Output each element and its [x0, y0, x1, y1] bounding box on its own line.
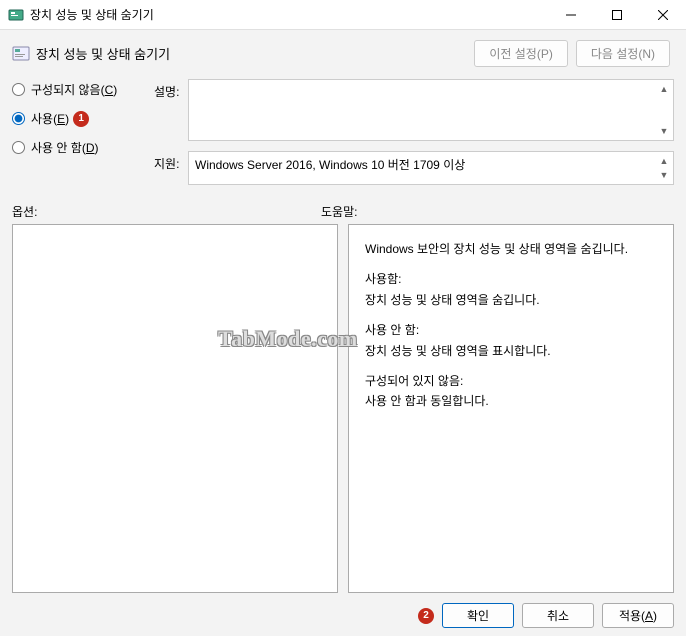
titlebar: 장치 성능 및 상태 숨기기 [0, 0, 686, 30]
scroll-up-icon[interactable]: ▲ [657, 154, 671, 168]
close-button[interactable] [640, 0, 686, 30]
options-label: 옵션: [12, 203, 321, 220]
radio-disabled-label: 사용 안 함(D) [31, 139, 99, 156]
config-row: 구성되지 않음(C) 사용(E) 1 사용 안 함(D) 설명: ▲ ▼ [12, 79, 674, 195]
support-text: Windows Server 2016, Windows 10 버전 1709 … [195, 158, 465, 172]
footer: 2 확인 취소 적용(A) [12, 593, 674, 628]
window-title: 장치 성능 및 상태 숨기기 [30, 6, 548, 23]
maximize-button[interactable] [594, 0, 640, 30]
annotation-badge-1: 1 [73, 111, 89, 127]
content-area: 장치 성능 및 상태 숨기기 이전 설정(P) 다음 설정(N) 구성되지 않음… [0, 30, 686, 636]
nav-buttons: 이전 설정(P) 다음 설정(N) [474, 40, 670, 67]
options-panel [12, 224, 338, 593]
radio-enabled-input[interactable] [12, 112, 25, 125]
apply-button[interactable]: 적용(A) [602, 603, 674, 628]
radio-enabled[interactable]: 사용(E) 1 [12, 110, 142, 127]
scroll-up-icon[interactable]: ▲ [657, 82, 671, 96]
annotation-badge-2: 2 [418, 608, 434, 624]
panels: Windows 보안의 장치 성능 및 상태 영역을 숨깁니다. 사용함: 장치… [12, 224, 674, 593]
help-label: 도움말: [321, 203, 357, 220]
ok-button[interactable]: 확인 [442, 603, 514, 628]
window-controls [548, 0, 686, 30]
help-text: Windows 보안의 장치 성능 및 상태 영역을 숨깁니다. [365, 239, 657, 259]
scroll-down-icon[interactable]: ▼ [657, 124, 671, 138]
panel-labels: 옵션: 도움말: [12, 203, 674, 220]
next-setting-button[interactable]: 다음 설정(N) [576, 40, 670, 67]
prev-setting-button[interactable]: 이전 설정(P) [474, 40, 568, 67]
radio-not-configured-label: 구성되지 않음(C) [31, 81, 117, 98]
scroll-down-icon[interactable]: ▼ [657, 168, 671, 182]
help-text: 구성되어 있지 않음: 사용 안 함과 동일합니다. [365, 371, 657, 412]
minimize-button[interactable] [548, 0, 594, 30]
radio-disabled[interactable]: 사용 안 함(D) [12, 139, 142, 156]
support-label: 지원: [154, 151, 188, 172]
description-row: 설명: ▲ ▼ [154, 79, 674, 141]
support-row: 지원: Windows Server 2016, Windows 10 버전 1… [154, 151, 674, 185]
description-label: 설명: [154, 79, 188, 100]
radio-not-configured[interactable]: 구성되지 않음(C) [12, 81, 142, 98]
radio-not-configured-input[interactable] [12, 83, 25, 96]
support-box: Windows Server 2016, Windows 10 버전 1709 … [188, 151, 674, 185]
radio-enabled-label: 사용(E) [31, 110, 69, 127]
app-icon [8, 7, 24, 23]
policy-icon [12, 45, 30, 63]
header-row: 장치 성능 및 상태 숨기기 이전 설정(P) 다음 설정(N) [12, 40, 674, 67]
page-title: 장치 성능 및 상태 숨기기 [36, 44, 474, 63]
description-box[interactable]: ▲ ▼ [188, 79, 674, 141]
fields: 설명: ▲ ▼ 지원: Windows Server 2016, Windows… [154, 79, 674, 195]
help-panel: Windows 보안의 장치 성능 및 상태 영역을 숨깁니다. 사용함: 장치… [348, 224, 674, 593]
radio-disabled-input[interactable] [12, 141, 25, 154]
help-text: 사용 안 함: 장치 성능 및 상태 영역을 표시합니다. [365, 320, 657, 361]
cancel-button[interactable]: 취소 [522, 603, 594, 628]
radio-group: 구성되지 않음(C) 사용(E) 1 사용 안 함(D) [12, 79, 142, 195]
help-text: 사용함: 장치 성능 및 상태 영역을 숨깁니다. [365, 269, 657, 310]
